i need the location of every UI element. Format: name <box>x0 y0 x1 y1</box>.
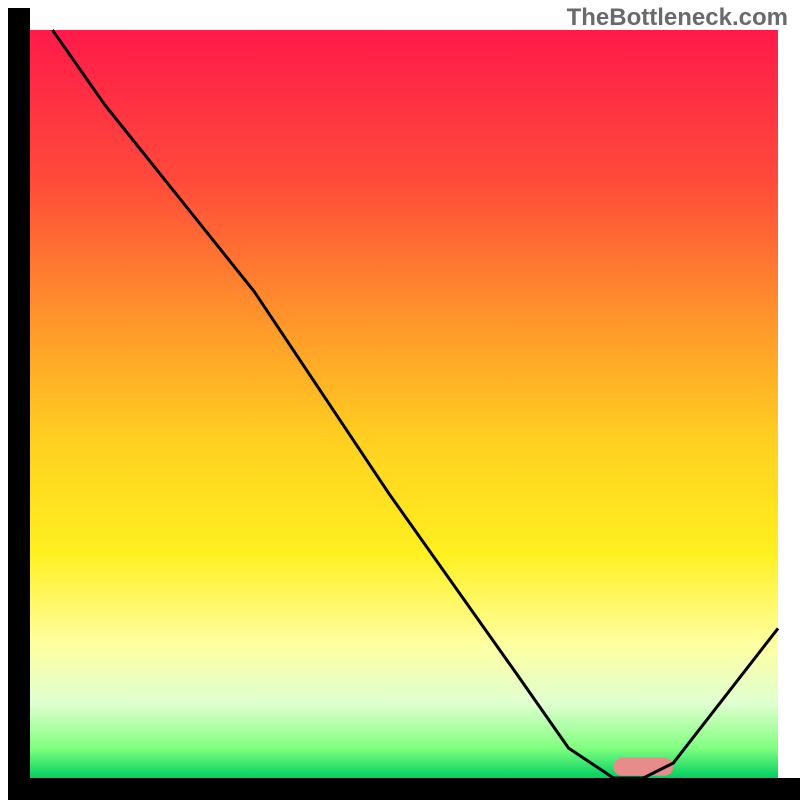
chart-svg <box>0 0 800 800</box>
gradient-background <box>30 30 778 778</box>
watermark-text: TheBottleneck.com <box>567 4 788 32</box>
chart-container: TheBottleneck.com <box>0 0 800 800</box>
